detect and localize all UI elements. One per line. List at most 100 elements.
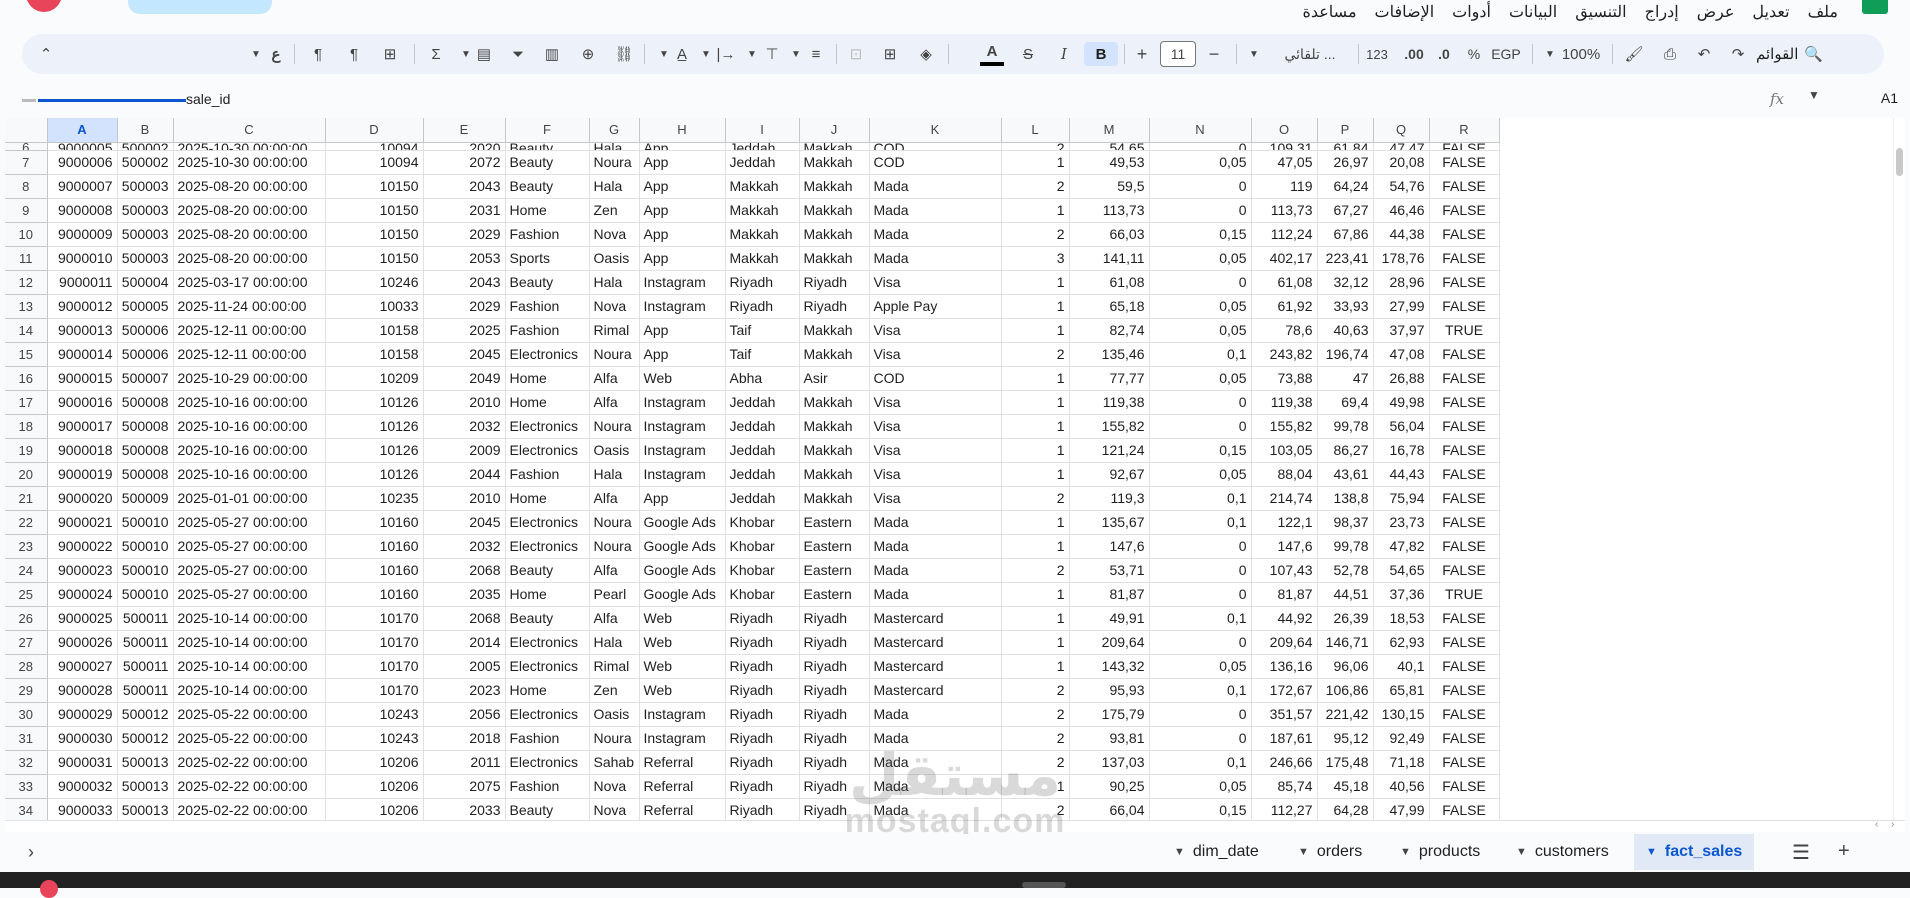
cell-f[interactable]: Home [505,678,590,703]
cell-j[interactable]: Riyadh [799,750,870,775]
cell-b[interactable]: 500011 [117,678,174,703]
cell-b[interactable]: 500013 [117,774,174,799]
cell-a[interactable]: 9000027 [47,654,118,679]
cell-h[interactable]: Google Ads [639,582,726,607]
cell-b[interactable]: 500010 [117,534,174,559]
cell-j[interactable]: Riyadh [799,270,870,295]
cell-k[interactable]: Visa [869,414,1002,439]
column-header-c[interactable]: C [173,118,326,143]
cell-l[interactable]: 2 [1001,174,1070,199]
cell-m[interactable]: 61,08 [1069,270,1150,295]
cell-d[interactable]: 10170 [325,606,424,631]
cell-q[interactable]: 47,99 [1373,798,1430,822]
cell-m[interactable]: 77,77 [1069,366,1150,391]
cell-e[interactable]: 2049 [423,366,506,391]
cell-a[interactable]: 9000014 [47,342,118,367]
cell-n[interactable]: 0,1 [1149,342,1252,367]
more-formats-button[interactable]: 123 [1362,42,1392,66]
cell-l[interactable]: 2 [1001,486,1070,511]
cell-l[interactable]: 1 [1001,150,1070,175]
cell-p[interactable]: 96,06 [1317,654,1374,679]
row-header[interactable]: 9 [5,198,48,223]
cell-i[interactable]: Khobar [725,558,800,583]
cell-r[interactable]: FALSE [1429,366,1500,391]
cell-n[interactable]: 0 [1149,198,1252,223]
cell-i[interactable]: Riyadh [725,294,800,319]
cell-l[interactable]: 1 [1001,366,1070,391]
cell-e[interactable]: 2023 [423,678,506,703]
cell-q[interactable]: 46,46 [1373,198,1430,223]
cell-q[interactable]: 62,93 [1373,630,1430,655]
cell-e[interactable]: 2043 [423,174,506,199]
row-header[interactable]: 15 [5,342,48,367]
increase-decimal-button[interactable]: .00 [1400,42,1428,66]
cell-p[interactable]: 64,28 [1317,798,1374,822]
cell-a[interactable]: 9000032 [47,774,118,799]
cell-h[interactable]: App [639,174,726,199]
cell-e[interactable]: 2018 [423,726,506,751]
cell-r[interactable]: FALSE [1429,606,1500,631]
cell-e[interactable]: 2032 [423,414,506,439]
row-header[interactable]: 32 [5,750,48,775]
tab-fact-sales[interactable]: ▼ fact_sales [1634,834,1755,870]
cell-b[interactable]: 500012 [117,702,174,727]
cell-q[interactable]: 47,47 [1373,142,1430,151]
cell-c[interactable]: 2025-08-20 00:00:00 [173,174,326,199]
cell-r[interactable]: FALSE [1429,630,1500,655]
cell-m[interactable]: 121,24 [1069,438,1150,463]
cell-l[interactable]: 2 [1001,342,1070,367]
cell-a[interactable]: 9000010 [47,246,118,271]
cell-m[interactable]: 155,82 [1069,414,1150,439]
cell-m[interactable]: 137,03 [1069,750,1150,775]
vertical-scroll-thumb[interactable] [1896,148,1903,176]
cell-g[interactable]: Nova [589,798,640,822]
cell-m[interactable]: 66,04 [1069,798,1150,822]
tab-caret-icon[interactable]: ▼ [1298,846,1309,858]
decrease-decimal-button[interactable]: .0 [1432,42,1456,66]
font-size-input[interactable]: 11 [1160,41,1196,67]
row-header[interactable]: 28 [5,654,48,679]
cell-m[interactable]: 49,53 [1069,150,1150,175]
row-header[interactable]: 21 [5,486,48,511]
cell-h[interactable]: Google Ads [639,558,726,583]
cell-c[interactable]: 2025-05-22 00:00:00 [173,702,326,727]
cell-k[interactable]: Visa [869,270,1002,295]
cell-i[interactable]: Riyadh [725,774,800,799]
cell-q[interactable]: 65,81 [1373,678,1430,703]
cell-e[interactable]: 2075 [423,774,506,799]
cell-e[interactable]: 2029 [423,294,506,319]
cell-j[interactable]: Riyadh [799,702,870,727]
cell-l[interactable]: 1 [1001,582,1070,607]
cell-b[interactable]: 500006 [117,318,174,343]
cell-b[interactable]: 500008 [117,390,174,415]
cell-b[interactable]: 500008 [117,438,174,463]
cell-n[interactable]: 0,1 [1149,678,1252,703]
cell-h[interactable]: App [639,198,726,223]
cell-l[interactable]: 1 [1001,318,1070,343]
cell-f[interactable]: Electronics [505,510,590,535]
cell-c[interactable]: 2025-08-20 00:00:00 [173,198,326,223]
menu-extensions[interactable]: الإضافات [1375,2,1435,22]
column-header-g[interactable]: G [589,118,640,143]
row-header[interactable]: 20 [5,462,48,487]
cell-r[interactable]: FALSE [1429,510,1500,535]
cell-b[interactable]: 500003 [117,246,174,271]
cell-i[interactable]: Abha [725,366,800,391]
cell-i[interactable]: Riyadh [725,270,800,295]
cell-k[interactable]: Mastercard [869,678,1002,703]
cell-c[interactable]: 2025-10-16 00:00:00 [173,462,326,487]
cell-l[interactable]: 3 [1001,246,1070,271]
cell-o[interactable]: 109,31 [1251,142,1318,151]
cell-l[interactable]: 1 [1001,654,1070,679]
cell-p[interactable]: 44,51 [1317,582,1374,607]
cell-q[interactable]: 75,94 [1373,486,1430,511]
cell-r[interactable]: FALSE [1429,750,1500,775]
cell-n[interactable]: 0 [1149,142,1252,151]
column-header-m[interactable]: M [1069,118,1150,143]
cell-e[interactable]: 2031 [423,198,506,223]
cell-e[interactable]: 2043 [423,270,506,295]
cell-h[interactable]: Instagram [639,414,726,439]
cell-a[interactable]: 9000011 [47,270,118,295]
cell-n[interactable]: 0 [1149,414,1252,439]
cell-q[interactable]: 44,38 [1373,222,1430,247]
